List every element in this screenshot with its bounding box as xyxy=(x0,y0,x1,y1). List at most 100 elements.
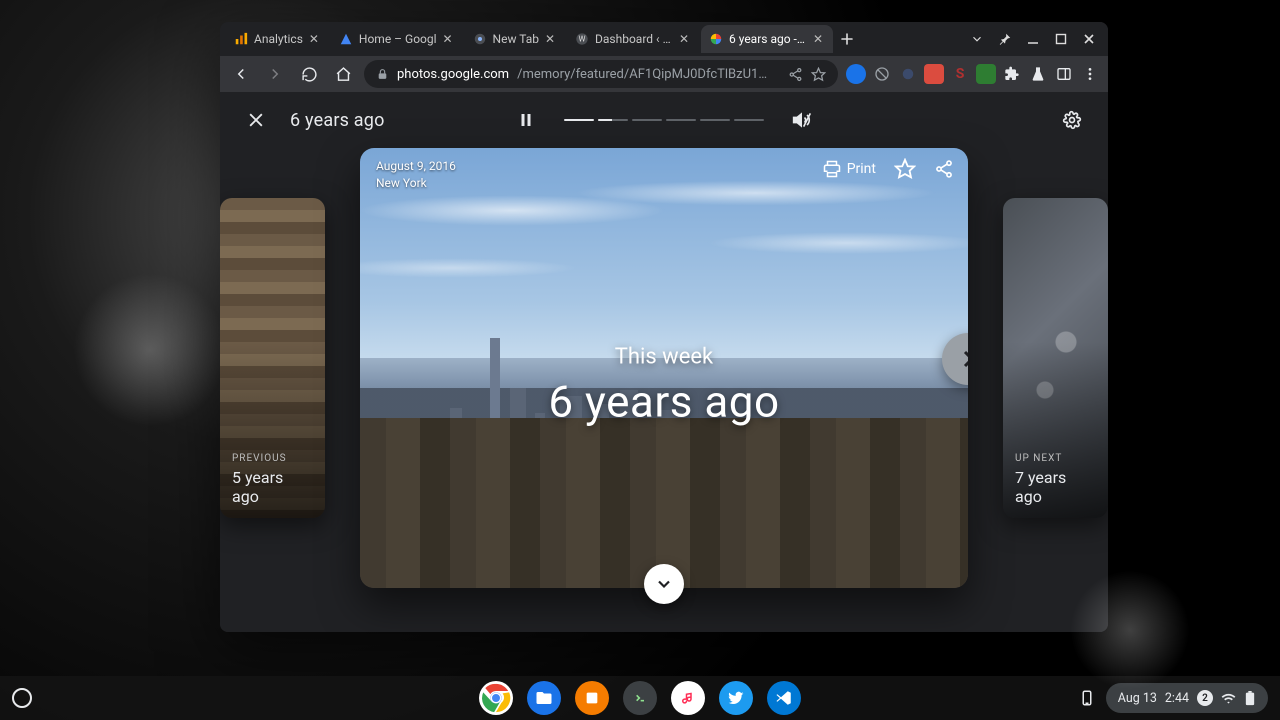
tab-label: Home – Googl xyxy=(359,32,437,46)
new-tab-button[interactable] xyxy=(835,27,859,51)
progress-segment xyxy=(734,119,764,122)
shelf-apps xyxy=(479,681,801,715)
memory-photo-card[interactable]: August 9, 2016 New York Print xyxy=(360,148,968,588)
tab-label: New Tab xyxy=(493,32,539,46)
share-button[interactable] xyxy=(934,159,954,179)
address-bar[interactable]: photos.google.com/memory/featured/AF1Qip… xyxy=(364,60,838,88)
extension-icon[interactable] xyxy=(976,64,996,84)
url-domain: photos.google.com xyxy=(397,67,509,82)
extensions-tray: S xyxy=(846,64,1100,84)
story-progress[interactable] xyxy=(564,119,764,122)
memory-topbar: 6 years ago xyxy=(220,92,1108,148)
overlay-subtitle: This week xyxy=(360,344,968,369)
photo-location: New York xyxy=(376,175,456,192)
extension-icon[interactable] xyxy=(924,64,944,84)
pause-button[interactable] xyxy=(510,104,542,136)
tab-search-button[interactable] xyxy=(964,26,990,52)
analytics-icon xyxy=(234,32,248,46)
close-icon[interactable]: ✕ xyxy=(679,32,691,46)
extension-icon[interactable] xyxy=(846,64,866,84)
photo-metadata: August 9, 2016 New York xyxy=(376,158,456,192)
toolbar: photos.google.com/memory/featured/AF1Qip… xyxy=(220,56,1108,92)
terminal-app-icon[interactable] xyxy=(623,681,657,715)
print-label: Print xyxy=(847,161,876,177)
extension-icon[interactable]: S xyxy=(950,64,970,84)
tab-strip: Analytics ✕ Home – Googl ✕ New Tab ✕ W D… xyxy=(220,22,1108,56)
shelf-date: Aug 13 xyxy=(1118,691,1157,706)
wifi-icon xyxy=(1221,691,1236,706)
url-path: /memory/featured/AF1QipMJ0DfcTlBzU1B… xyxy=(517,67,772,82)
extension-icon[interactable] xyxy=(872,64,892,84)
progress-segment xyxy=(632,119,662,122)
close-icon[interactable]: ✕ xyxy=(545,32,557,46)
tab-label: Dashboard ‹ Al xyxy=(595,32,673,46)
next-memory-peek[interactable]: UP NEXT 7 years ago xyxy=(1003,198,1108,518)
tab-dashboard[interactable]: W Dashboard ‹ Al ✕ xyxy=(567,25,699,53)
expand-panel-button[interactable] xyxy=(644,564,684,604)
tab-label: 6 years ago - M xyxy=(729,32,807,46)
tab-google-home[interactable]: Home – Googl ✕ xyxy=(331,25,463,53)
peek-label: 5 years ago xyxy=(232,468,313,506)
memory-stage: PREVIOUS 5 years ago xyxy=(220,148,1108,632)
print-button[interactable]: Print xyxy=(823,160,876,178)
window-minimize-button[interactable] xyxy=(1020,26,1046,52)
tab-analytics[interactable]: Analytics ✕ xyxy=(226,25,329,53)
close-memory-button[interactable] xyxy=(240,104,272,136)
tab-photos-memory[interactable]: 6 years ago - M ✕ xyxy=(701,25,833,53)
chrome-window: Analytics ✕ Home – Googl ✕ New Tab ✕ W D… xyxy=(220,22,1108,632)
tab-new-tab[interactable]: New Tab ✕ xyxy=(465,25,565,53)
peek-hint: UP NEXT xyxy=(1015,453,1096,464)
svg-text:W: W xyxy=(579,35,586,44)
overlay-main-title: 6 years ago xyxy=(360,375,968,427)
notification-badge: 2 xyxy=(1197,690,1213,706)
window-maximize-button[interactable] xyxy=(1048,26,1074,52)
vscode-app-icon[interactable] xyxy=(767,681,801,715)
mute-button[interactable] xyxy=(786,104,818,136)
memory-title: 6 years ago xyxy=(290,110,385,131)
files-app-icon[interactable] xyxy=(527,681,561,715)
extensions-menu-icon[interactable] xyxy=(1002,64,1022,84)
phone-hub-icon[interactable] xyxy=(1078,689,1096,707)
peek-hint: PREVIOUS xyxy=(232,453,313,464)
progress-segment xyxy=(700,119,730,122)
close-icon[interactable]: ✕ xyxy=(813,32,825,46)
launcher-button[interactable] xyxy=(12,688,32,708)
favorite-button[interactable] xyxy=(894,158,916,180)
google-photos-icon xyxy=(709,32,723,46)
shelf-time: 2:44 xyxy=(1165,691,1189,706)
pin-icon[interactable] xyxy=(992,26,1018,52)
prev-memory-peek[interactable]: PREVIOUS 5 years ago xyxy=(220,198,325,518)
content-viewport: 6 years ago xyxy=(220,92,1108,632)
bookmark-star-icon[interactable] xyxy=(811,67,826,82)
status-pill[interactable]: Aug 13 2:44 2 xyxy=(1106,683,1268,713)
labs-icon[interactable] xyxy=(1028,64,1048,84)
peek-label: 7 years ago xyxy=(1015,468,1096,506)
lock-icon xyxy=(376,68,389,81)
nav-forward-button[interactable] xyxy=(262,61,288,87)
music-app-icon[interactable] xyxy=(671,681,705,715)
wp-icon: W xyxy=(575,32,589,46)
nav-back-button[interactable] xyxy=(228,61,254,87)
twitter-app-icon[interactable] xyxy=(719,681,753,715)
chrome-app-icon[interactable] xyxy=(479,681,513,715)
status-tray[interactable]: Aug 13 2:44 2 xyxy=(1078,683,1268,713)
share-icon[interactable] xyxy=(788,67,803,82)
chrome-menu-button[interactable] xyxy=(1080,64,1100,84)
progress-segment xyxy=(598,119,628,122)
tab-label: Analytics xyxy=(254,32,303,46)
progress-segment xyxy=(564,119,594,122)
progress-segment xyxy=(666,119,696,122)
nav-reload-button[interactable] xyxy=(296,61,322,87)
close-icon[interactable]: ✕ xyxy=(443,32,455,46)
side-panel-icon[interactable] xyxy=(1054,64,1074,84)
window-close-button[interactable] xyxy=(1076,26,1102,52)
app-icon[interactable] xyxy=(575,681,609,715)
nav-home-button[interactable] xyxy=(330,61,356,87)
google-icon xyxy=(339,32,353,46)
extension-icon[interactable] xyxy=(898,64,918,84)
settings-button[interactable] xyxy=(1056,104,1088,136)
battery-icon xyxy=(1244,691,1256,706)
close-icon[interactable]: ✕ xyxy=(309,32,321,46)
photo-date: August 9, 2016 xyxy=(376,158,456,175)
chromeos-shelf: Aug 13 2:44 2 xyxy=(0,676,1280,720)
